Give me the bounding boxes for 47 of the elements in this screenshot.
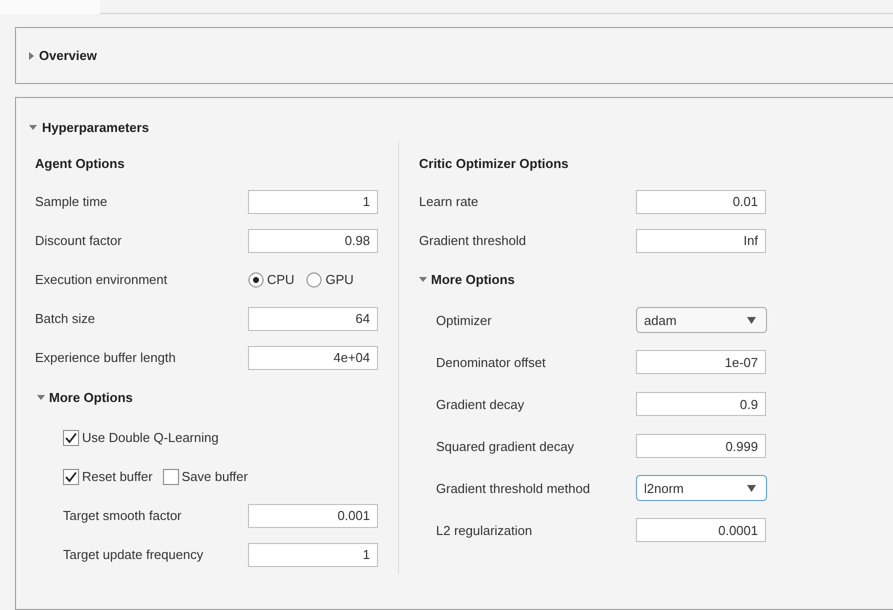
column-heading: Agent Options (35, 156, 125, 171)
dropdown[interactable]: adam (636, 307, 767, 333)
input-field[interactable]: 0.0001 (636, 518, 766, 542)
input-field[interactable]: 0.01 (636, 190, 766, 214)
option-label: Reset buffer (82, 469, 153, 484)
input-field[interactable]: 0.999 (636, 434, 766, 458)
field-label: Gradient decay (436, 396, 526, 412)
input-field[interactable]: Inf (636, 228, 766, 252)
field-label: Gradient threshold (419, 233, 527, 248)
field-label: Target smooth factor (63, 508, 182, 523)
section-heading[interactable]: Overview (39, 48, 97, 63)
field-label: Batch size (35, 311, 96, 326)
field-label: Denominator offset (436, 354, 547, 370)
field-label: Discount factor (35, 233, 123, 248)
checkbox[interactable] (63, 430, 79, 446)
field-label: Experience buffer length (35, 350, 177, 365)
field-label: Gradient threshold method (436, 480, 591, 496)
option-label: Use Double Q-Learning (82, 430, 219, 445)
field-label: Squared gradient decay (436, 438, 576, 454)
field-label: Sample time (35, 194, 108, 209)
caret-down-icon (747, 484, 756, 492)
field-label: L2 regularization (436, 522, 534, 538)
group-heading: More Options (431, 272, 515, 287)
field-label: Learn rate (419, 194, 480, 209)
input-field[interactable]: 1e-07 (636, 350, 766, 374)
input-field[interactable]: 1 (248, 190, 378, 214)
checkbox[interactable] (63, 468, 79, 484)
group-heading: More Options (49, 390, 133, 405)
dropdown[interactable]: l2norm (636, 475, 767, 501)
input-field[interactable]: 0.9 (636, 392, 766, 416)
radio-button[interactable] (306, 272, 322, 288)
field-label: Target update frequency (63, 547, 204, 562)
input-field[interactable]: 4e+04 (248, 346, 378, 370)
input-field[interactable]: 0.001 (248, 504, 378, 528)
caret-down-icon (747, 316, 756, 324)
field-label: Optimizer (436, 312, 493, 328)
input-field[interactable]: 1 (248, 542, 378, 566)
section-heading[interactable]: Hyperparameters (42, 120, 149, 134)
input-field[interactable]: 64 (248, 306, 378, 330)
checkbox[interactable] (162, 468, 179, 484)
option-label: Save buffer (182, 469, 248, 484)
option-label: CPU (267, 272, 294, 287)
input-field[interactable]: 0.98 (248, 228, 378, 252)
column-heading: Critic Optimizer Options (419, 156, 569, 171)
option-label: GPU (325, 272, 354, 287)
radio-button[interactable] (248, 272, 264, 288)
field-label: Execution environment (35, 272, 168, 287)
